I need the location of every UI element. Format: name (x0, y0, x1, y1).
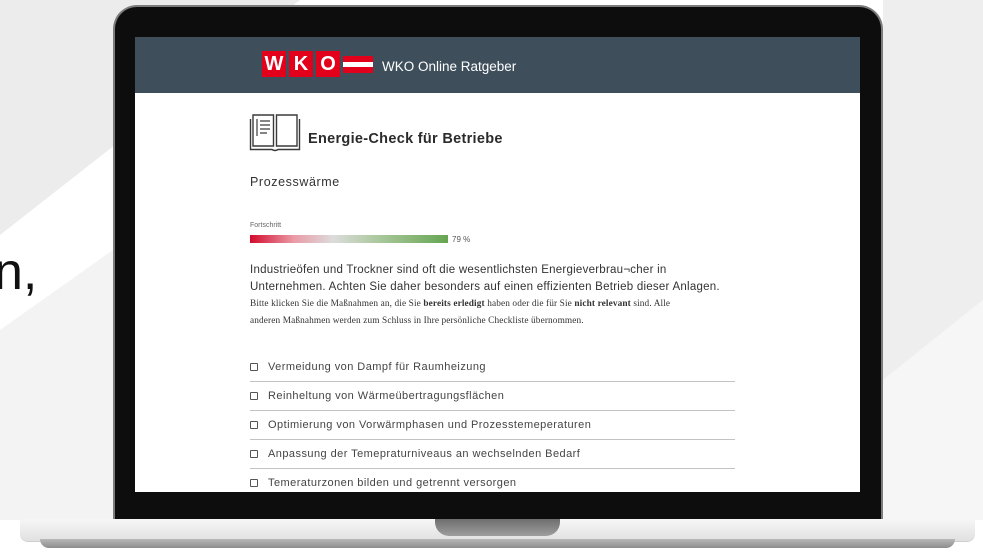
laptop-base-edge (40, 539, 955, 548)
checkbox-icon[interactable] (250, 450, 258, 458)
measures-list: Vermeidung von Dampf für Raumheizung Rei… (250, 353, 735, 492)
instructions-line-1: Bitte klicken Sie die Maßnahmen an, die … (250, 296, 670, 313)
measure-item[interactable]: Anpassung der Temepraturniveaus an wechs… (250, 440, 735, 469)
measure-label: Vermeidung von Dampf für Raumheizung (268, 361, 486, 373)
book-icon (249, 114, 301, 152)
checkbox-icon[interactable] (250, 479, 258, 487)
intro-line-1: Industrieöfen und Trockner sind oft die … (250, 264, 667, 276)
app-header: W K O WKO Online Ratgeber (135, 37, 860, 93)
checkbox-icon[interactable] (250, 363, 258, 371)
instructions-text-part: haben oder die für Sie (484, 299, 575, 309)
intro-text: Industrieöfen und Trockner sind oft die … (250, 262, 720, 296)
measure-label: Temeraturzonen bilden und getrennt verso… (268, 477, 517, 489)
measure-item[interactable]: Optimierung von Vorwärmphasen und Prozes… (250, 411, 735, 440)
background-text-fragment: n, (0, 243, 38, 301)
page-title: Energie-Check für Betriebe (308, 131, 503, 147)
laptop-screen: W K O WKO Online Ratgeber Energie-Check … (135, 37, 860, 492)
measure-item[interactable]: Vermeidung von Dampf für Raumheizung (250, 353, 735, 382)
progress-label: Fortschritt (250, 222, 282, 229)
instructions-bold-not-relevant: nicht relevant (574, 299, 631, 309)
instructions-text: Bitte klicken Sie die Maßnahmen an, die … (250, 296, 670, 330)
measure-label: Reinheltung von Wärmeübertragungsflächen (268, 390, 505, 402)
checkbox-icon[interactable] (250, 421, 258, 429)
progress-fill (250, 235, 448, 243)
section-title: Prozesswärme (250, 175, 340, 189)
wko-logo[interactable]: W K O (262, 51, 373, 77)
measure-item[interactable]: Reinheltung von Wärmeübertragungsflächen (250, 382, 735, 411)
app-title: WKO Online Ratgeber (382, 59, 517, 74)
progress-value: 79 % (452, 235, 471, 244)
instructions-bold-done: bereits erledigt (423, 299, 485, 309)
logo-letter-o: O (316, 51, 340, 77)
measure-item[interactable]: Temeraturzonen bilden und getrennt verso… (250, 469, 735, 492)
measure-label: Optimierung von Vorwärmphasen und Prozes… (268, 419, 592, 431)
logo-letter-w: W (262, 51, 286, 77)
checkbox-icon[interactable] (250, 392, 258, 400)
instructions-line-2: anderen Maßnahmen werden zum Schluss in … (250, 316, 584, 326)
measure-label: Anpassung der Temepraturniveaus an wechs… (268, 448, 581, 460)
logo-letter-k: K (289, 51, 313, 77)
flag-icon (343, 56, 373, 73)
instructions-text-part: Bitte klicken Sie die Maßnahmen an, die … (250, 299, 424, 309)
laptop-hinge-notch (435, 519, 560, 536)
intro-line-2: Unternehmen. Achten Sie daher besonders … (250, 281, 720, 293)
instructions-text-part: sind. Alle (630, 299, 671, 309)
